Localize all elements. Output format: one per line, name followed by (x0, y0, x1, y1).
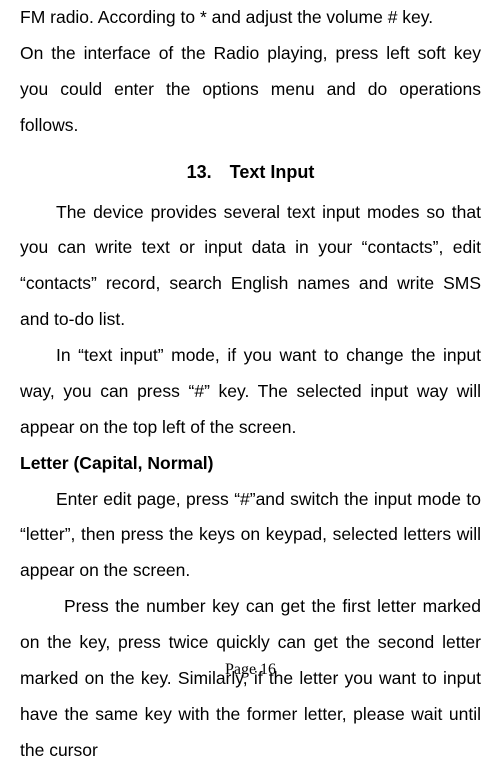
paragraph-device-provides: The device provides several text input m… (20, 195, 481, 339)
paragraph-text-input-mode: In “text input” mode, if you want to cha… (20, 338, 481, 446)
page-footer: Page 16 (0, 661, 501, 679)
subheading-letter: Letter (Capital, Normal) (20, 446, 481, 482)
section-heading-text-input: 13. Text Input (20, 162, 481, 183)
paragraph-radio-interface: On the interface of the Radio playing, p… (20, 36, 481, 144)
paragraph-enter-edit: Enter edit page, press “#”and switch the… (20, 482, 481, 590)
paragraph-fm-radio: FM radio. According to * and adjust the … (20, 0, 481, 36)
